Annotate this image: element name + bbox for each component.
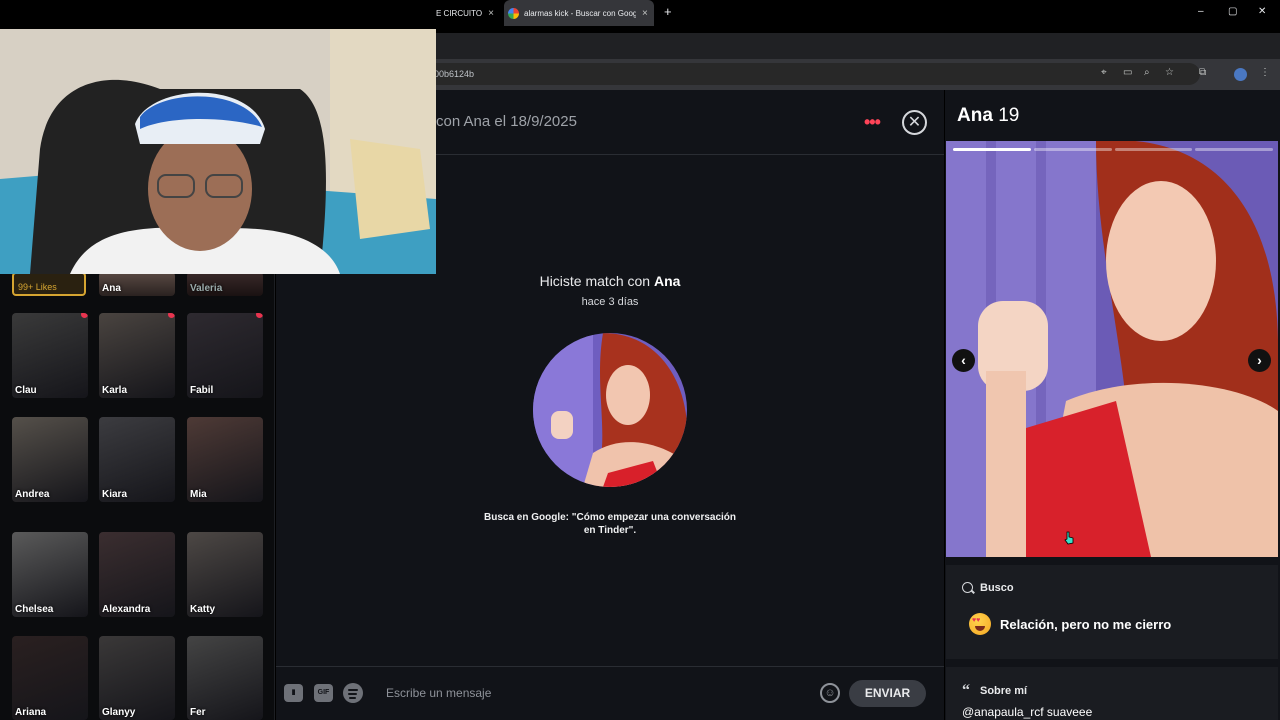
- chat-header-title: con Ana el 18/9/2025: [436, 113, 577, 130]
- photo-indicator[interactable]: [1195, 148, 1273, 151]
- match-card-glanyy[interactable]: Glanyy: [99, 636, 175, 720]
- profile-photo-image: [946, 141, 1278, 557]
- match-heading: Hiciste match con Ana: [450, 273, 770, 289]
- extensions-icon[interactable]: ⧉: [1199, 67, 1206, 78]
- conversation-hint: Busca en Google: "Cómo empezar una conve…: [483, 512, 737, 536]
- search-icon: [962, 582, 973, 593]
- match-card-ana[interactable]: Ana: [99, 272, 175, 296]
- match-name: Ariana: [15, 707, 47, 718]
- looking-for-section: [946, 565, 1278, 659]
- match-name: Mia: [190, 489, 207, 500]
- close-window-icon[interactable]: ✕: [1258, 6, 1266, 17]
- match-card-ariana[interactable]: Ariana: [12, 636, 88, 720]
- match-name: Fer: [190, 707, 206, 718]
- google-favicon-icon: [508, 7, 519, 19]
- match-name: Alexandra: [102, 604, 151, 615]
- match-card-fabil[interactable]: Fabil: [187, 313, 263, 398]
- match-prefix: Hiciste match con: [539, 273, 651, 289]
- gif-button[interactable]: GIF: [314, 684, 333, 702]
- menu-dots-icon[interactable]: ⋮: [1260, 67, 1270, 78]
- match-name: Kiara: [102, 489, 128, 500]
- previous-photo-button[interactable]: ‹: [952, 349, 975, 372]
- contact-card-icon[interactable]: ▮: [284, 684, 303, 702]
- match-card-chelsea[interactable]: Chelsea: [12, 532, 88, 617]
- new-tab-icon[interactable]: +: [664, 4, 672, 19]
- photo-indicator[interactable]: [953, 148, 1031, 151]
- profile-avatar-icon[interactable]: [1234, 68, 1247, 81]
- divider: [276, 666, 944, 667]
- zoom-icon[interactable]: ⌕: [1144, 67, 1150, 78]
- tab-title: alarmas kick - Buscar con Goog: [524, 8, 636, 18]
- match-name: Katty: [190, 604, 216, 615]
- close-chat-button[interactable]: ✕: [902, 110, 927, 135]
- screen: E CIRCUITO × alarmas kick - Buscar con G…: [0, 0, 1280, 720]
- webcam-overlay: [0, 29, 436, 274]
- tab-close-icon[interactable]: ×: [488, 8, 494, 19]
- heart-eyes-emoji-icon: [969, 613, 991, 635]
- browser-tab-circuito[interactable]: E CIRCUITO ×: [436, 0, 496, 26]
- match-avatar[interactable]: [533, 333, 687, 487]
- url-field[interactable]: [420, 63, 1200, 85]
- more-options-icon[interactable]: •••: [864, 112, 881, 133]
- maximize-icon[interactable]: ▢: [1228, 6, 1237, 17]
- match-card-kiara[interactable]: Kiara: [99, 417, 175, 502]
- match-card-katty[interactable]: Katty: [187, 532, 263, 617]
- match-name: Ana: [102, 283, 121, 294]
- webcam-feed-image: [0, 29, 436, 274]
- minimize-icon[interactable]: –: [1198, 6, 1204, 17]
- location-icon[interactable]: ⌖: [1101, 67, 1107, 78]
- match-name: Fabil: [190, 385, 214, 396]
- likes-card[interactable]: 99+ Likes: [12, 272, 86, 296]
- match-name: Karla: [102, 385, 128, 396]
- match-name: Andrea: [15, 489, 50, 500]
- tab-title: E CIRCUITO: [436, 8, 483, 18]
- profile-name-text: Ana: [957, 105, 993, 126]
- match-name: Valeria: [190, 283, 223, 294]
- photo-indicator[interactable]: [1033, 148, 1112, 151]
- match-card-valeria[interactable]: Valeria: [187, 272, 263, 296]
- profile-photo[interactable]: [946, 141, 1278, 557]
- match-card-clau[interactable]: Clau: [12, 313, 88, 398]
- photo-indicator[interactable]: [1114, 148, 1193, 151]
- match-name: Glanyy: [102, 707, 136, 718]
- match-time: hace 3 días: [581, 296, 639, 308]
- tab-close-icon[interactable]: ×: [642, 8, 648, 19]
- about-text: @anapaula_rcf suaveee: [962, 705, 1093, 719]
- unread-dot: [256, 313, 263, 318]
- unread-dot: [81, 313, 88, 318]
- url-text: 00b6124b: [434, 69, 475, 79]
- match-name: Clau: [15, 385, 37, 396]
- avatar-photo: [533, 333, 687, 487]
- send-button[interactable]: ENVIAR: [849, 680, 926, 707]
- match-card-alexandra[interactable]: Alexandra: [99, 532, 175, 617]
- profile-name: Ana 19: [957, 105, 1019, 127]
- looking-for-value: Relación, pero no me cierro: [1000, 617, 1172, 632]
- match-card-karla[interactable]: Karla: [99, 313, 175, 398]
- message-input[interactable]: [380, 682, 810, 704]
- profile-age: 19: [998, 105, 1020, 126]
- close-icon: ✕: [907, 114, 922, 131]
- photo-progress-bars: [953, 148, 1273, 151]
- match-name: Chelsea: [15, 604, 54, 615]
- spotify-icon[interactable]: [343, 683, 363, 703]
- looking-for-label: Busco: [980, 582, 1014, 594]
- match-name: Ana: [653, 273, 681, 289]
- match-card-andrea[interactable]: Andrea: [12, 417, 88, 502]
- browser-tab-google[interactable]: alarmas kick - Buscar con Goog ×: [504, 0, 654, 26]
- next-photo-button[interactable]: ›: [1248, 349, 1271, 372]
- unread-dot: [168, 313, 175, 318]
- emoji-icon[interactable]: ☺: [820, 683, 840, 703]
- hand-cursor-icon: [1064, 531, 1074, 545]
- about-label: Sobre mí: [980, 685, 1028, 697]
- bookmark-star-icon[interactable]: ☆: [1165, 67, 1174, 78]
- cast-icon[interactable]: ▭: [1123, 67, 1132, 78]
- quote-icon: “: [962, 682, 970, 699]
- match-card-fer[interactable]: Fer: [187, 636, 263, 720]
- match-card-mia[interactable]: Mia: [187, 417, 263, 502]
